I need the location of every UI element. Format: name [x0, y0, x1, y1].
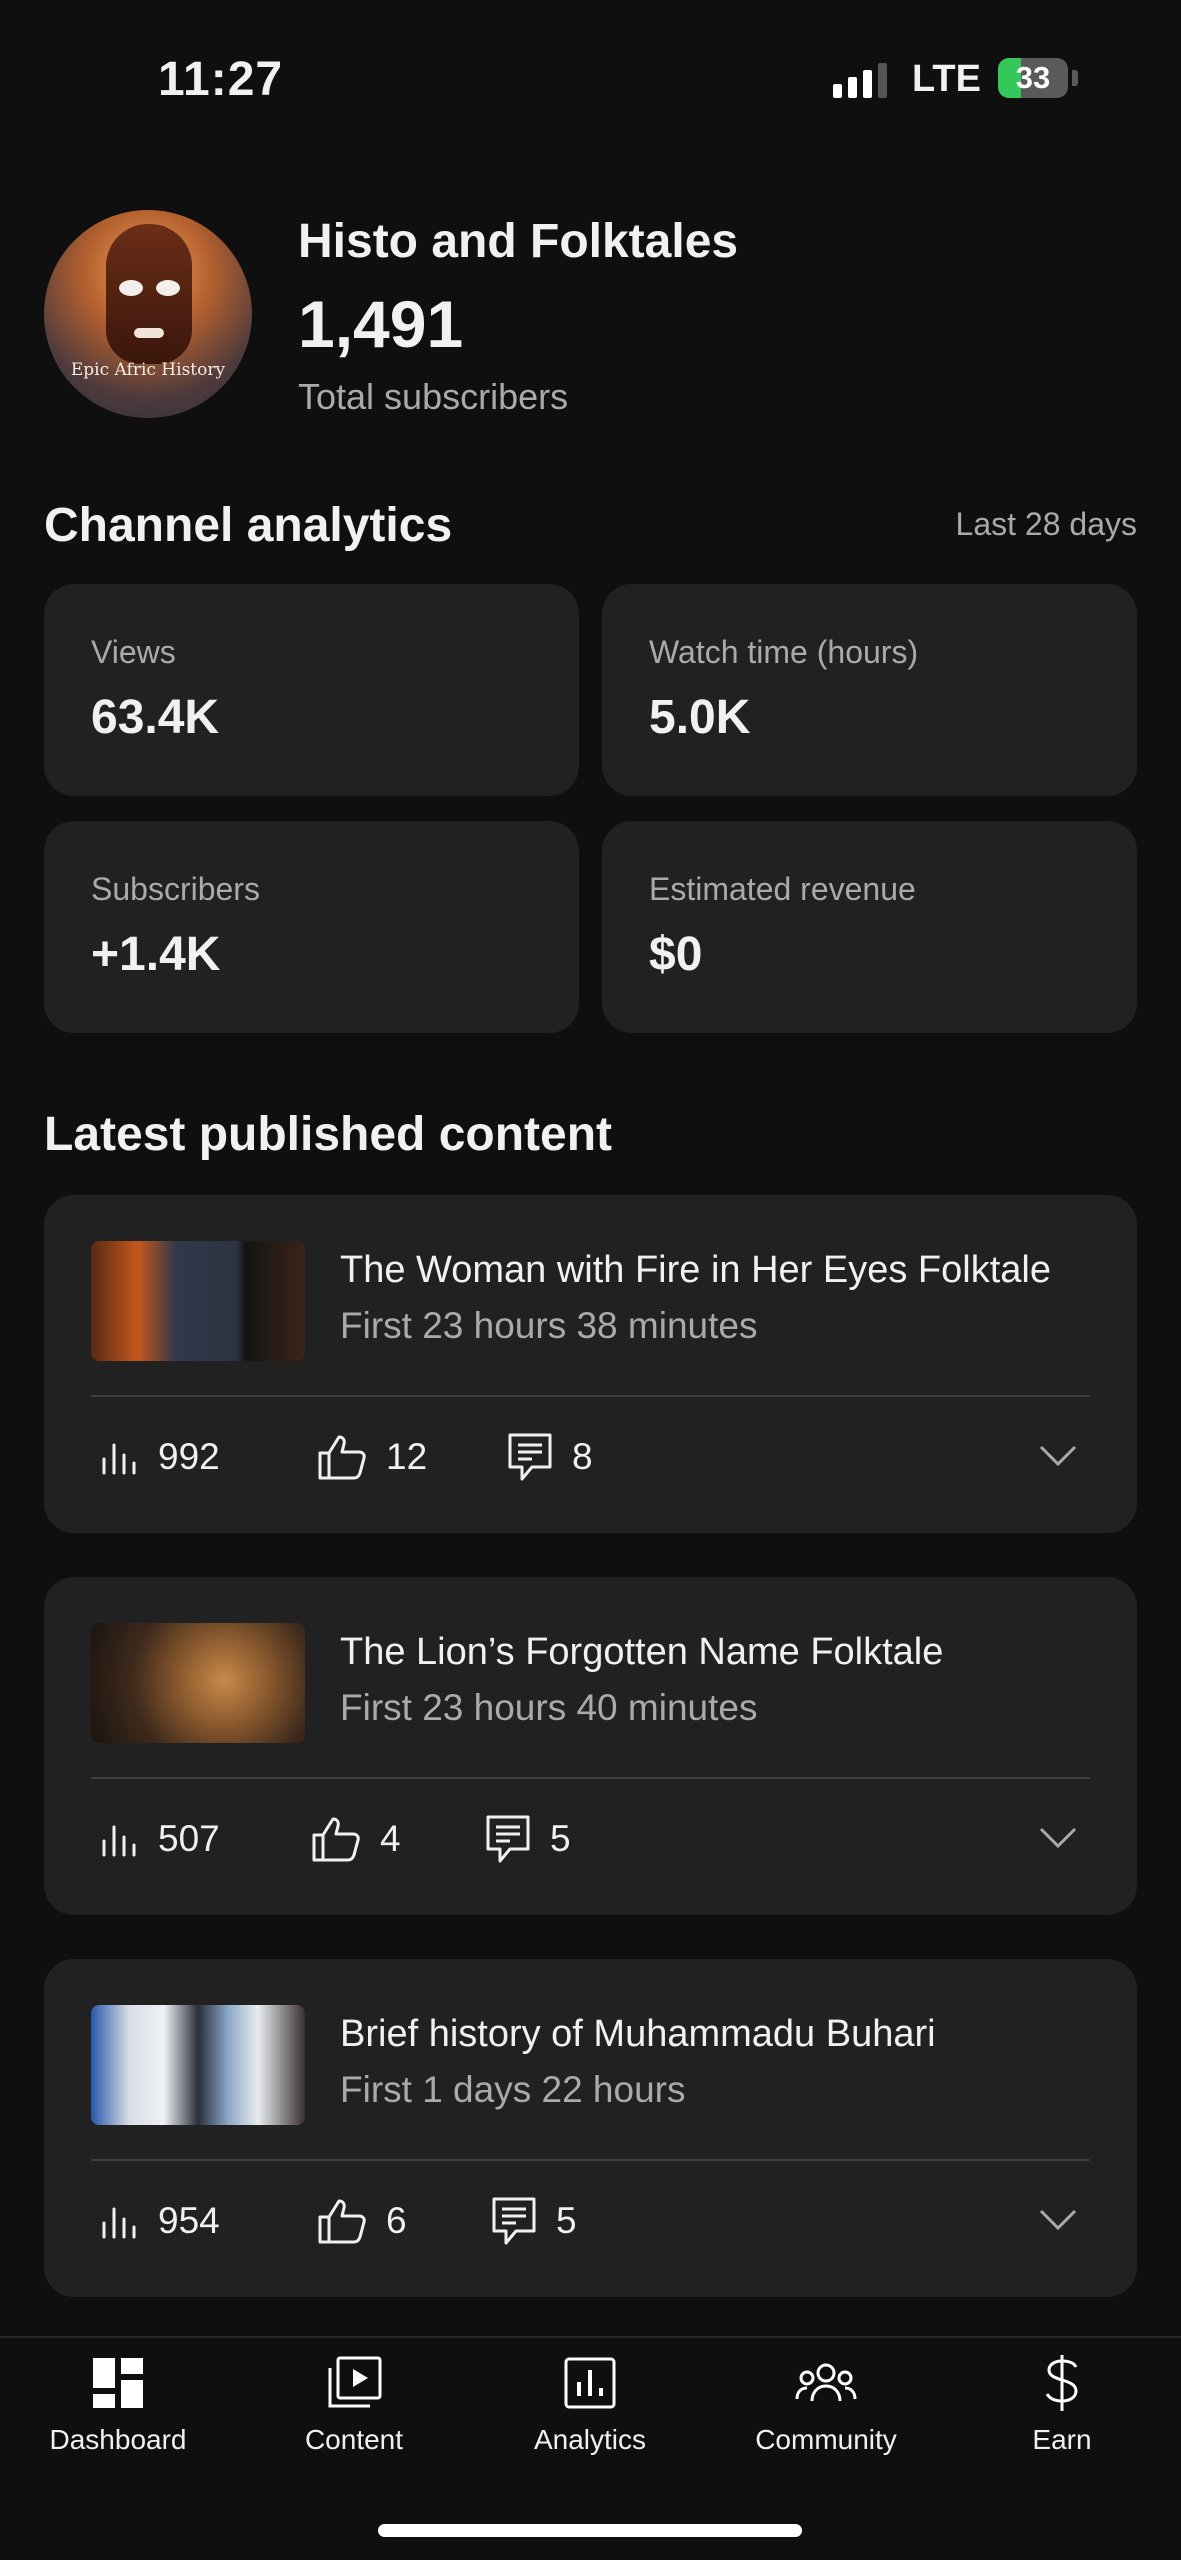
comments-metric: 5	[490, 2191, 577, 2251]
stat-card-views[interactable]: Views 63.4K	[44, 584, 579, 796]
views-count: 992	[158, 1436, 220, 1477]
stat-value: $0	[649, 928, 703, 981]
views-count: 954	[158, 2200, 220, 2241]
channel-analytics-title: Channel analytics	[44, 499, 453, 552]
stat-card-revenue[interactable]: Estimated revenue $0	[602, 821, 1137, 1033]
comment-icon	[486, 1815, 530, 1863]
nav-item-dashboard[interactable]: Dashboard	[0, 2352, 236, 2472]
content-icon	[326, 2352, 382, 2414]
nav-item-analytics[interactable]: Analytics	[472, 2352, 708, 2472]
video-title: The Lion’s Forgotten Name Folktale	[340, 1631, 944, 1673]
stat-value: +1.4K	[91, 928, 221, 981]
comments-count: 8	[572, 1436, 593, 1477]
home-indicator[interactable]	[378, 2524, 802, 2537]
stat-label: Subscribers	[91, 871, 260, 907]
comments-metric: 5	[484, 1809, 571, 1869]
nav-label: Dashboard	[49, 2424, 187, 2455]
likes-count: 4	[380, 1818, 401, 1859]
stat-card-subscribers[interactable]: Subscribers +1.4K	[44, 821, 579, 1033]
nav-item-community[interactable]: Community	[708, 2352, 944, 2472]
comments-metric: 8	[506, 1427, 593, 1487]
comments-count: 5	[556, 2200, 577, 2241]
video-period: First 1 days 22 hours	[340, 2069, 686, 2110]
dashboard-icon	[91, 2352, 145, 2414]
network-type: LTE	[912, 58, 981, 100]
nav-label: Content	[304, 2424, 404, 2455]
video-title: The Woman with Fire in Her Eyes Folktale	[340, 1249, 1051, 1291]
nav-label: Community	[755, 2424, 897, 2455]
likes-metric: 6	[316, 2191, 407, 2251]
analytics-period: Last 28 days	[955, 506, 1137, 542]
subscriber-count: 1,491	[298, 287, 464, 361]
analytics-icon	[563, 2352, 617, 2414]
studio-dashboard-screen: 11:27 LTE 33 Epic Afric History Histo an…	[0, 0, 1181, 2560]
stat-label: Watch time (hours)	[649, 634, 919, 670]
content-card[interactable]: The Lion’s Forgotten Name Folktale First…	[44, 1577, 1137, 1915]
channel-avatar[interactable]: Epic Afric History	[44, 210, 252, 418]
mask-image	[106, 224, 192, 364]
comment-icon	[508, 1433, 552, 1481]
video-thumbnail[interactable]	[91, 1623, 305, 1743]
cellular-signal-icon	[833, 60, 887, 98]
divider	[91, 1777, 1090, 1779]
views-icon	[102, 1443, 136, 1475]
subscriber-label: Total subscribers	[298, 376, 569, 417]
like-icon	[312, 1817, 360, 1862]
community-icon	[795, 2352, 857, 2414]
battery-percent: 33	[1015, 60, 1051, 95]
likes-count: 12	[386, 1436, 428, 1477]
video-title: Brief history of Muhammadu Buhari	[340, 2013, 936, 2055]
stat-card-watch-time[interactable]: Watch time (hours) 5.0K	[602, 584, 1137, 796]
nav-item-earn[interactable]: Earn	[944, 2352, 1180, 2472]
latest-content-title: Latest published content	[44, 1108, 613, 1161]
likes-metric: 4	[310, 1809, 401, 1869]
video-period: First 23 hours 38 minutes	[340, 1305, 758, 1346]
content-card[interactable]: The Woman with Fire in Her Eyes Folktale…	[44, 1195, 1137, 1533]
likes-count: 6	[386, 2200, 407, 2241]
comments-count: 5	[550, 1818, 571, 1859]
battery-icon: 33	[998, 58, 1068, 98]
avatar-caption: Epic Afric History	[70, 360, 226, 380]
views-icon	[102, 1825, 136, 1857]
nav-item-content[interactable]: Content	[236, 2352, 472, 2472]
chevron-down-icon[interactable]	[1039, 1827, 1077, 1849]
nav-label: Earn	[1032, 2424, 1092, 2455]
video-period: First 23 hours 40 minutes	[340, 1687, 758, 1728]
views-count: 507	[158, 1818, 220, 1859]
nav-label: Analytics	[533, 2424, 647, 2455]
stat-value: 5.0K	[649, 691, 751, 744]
divider	[91, 2159, 1090, 2161]
battery-nub	[1072, 70, 1078, 86]
views-metric: 992	[100, 1427, 220, 1487]
status-time: 11:27	[158, 53, 284, 106]
channel-name: Histo and Folktales	[298, 215, 739, 268]
comment-icon	[492, 2197, 536, 2245]
views-metric: 507	[100, 1809, 220, 1869]
video-thumbnail[interactable]	[91, 2005, 305, 2125]
earn-icon	[1042, 2352, 1082, 2414]
views-metric: 954	[100, 2191, 220, 2251]
views-icon	[102, 2207, 136, 2239]
like-icon	[318, 1435, 366, 1480]
video-thumbnail[interactable]	[91, 1241, 305, 1361]
stat-label: Estimated revenue	[649, 871, 916, 907]
content-card[interactable]: Brief history of Muhammadu Buhari First …	[44, 1959, 1137, 2297]
likes-metric: 12	[316, 1427, 427, 1487]
like-icon	[318, 2199, 366, 2244]
stat-label: Views	[91, 634, 176, 670]
chevron-down-icon[interactable]	[1039, 1445, 1077, 1467]
divider	[91, 1395, 1090, 1397]
status-bar: 11:27 LTE 33	[0, 0, 1181, 150]
stat-value: 63.4K	[91, 691, 220, 744]
chevron-down-icon[interactable]	[1039, 2209, 1077, 2231]
